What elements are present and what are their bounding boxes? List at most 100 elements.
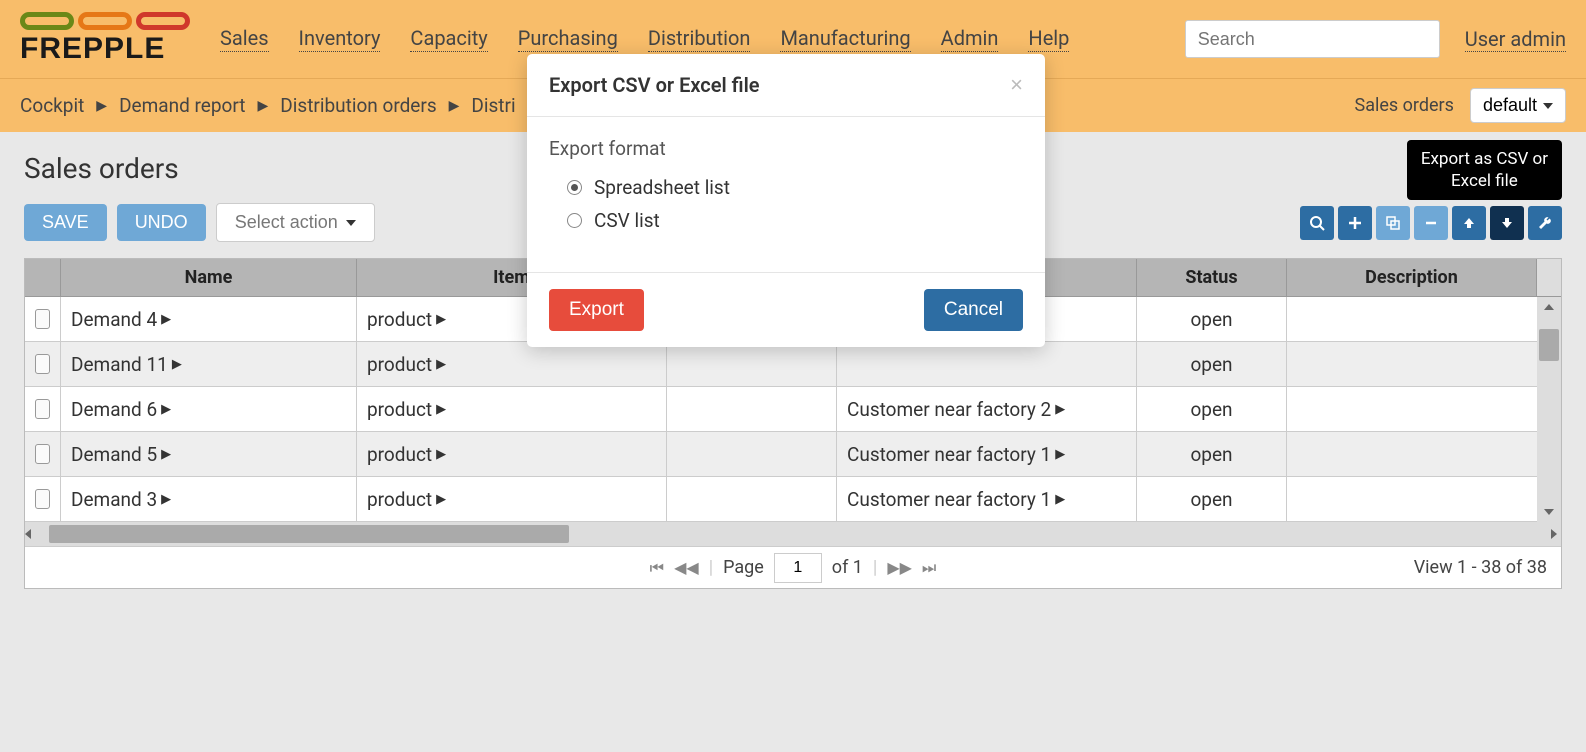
vertical-scrollbar[interactable] bbox=[1537, 297, 1561, 522]
close-icon: × bbox=[1010, 72, 1023, 97]
pager-page-label: Page bbox=[723, 557, 764, 578]
row-checkbox[interactable] bbox=[35, 309, 50, 329]
settings-button[interactable] bbox=[1528, 206, 1562, 240]
caret-right-icon[interactable]: ▶ bbox=[436, 312, 446, 327]
caret-right-icon[interactable]: ▶ bbox=[436, 447, 446, 462]
pager-prev-icon[interactable]: ◀◀ bbox=[674, 558, 699, 577]
undo-button[interactable]: UNDO bbox=[117, 204, 206, 241]
pager-page-input[interactable] bbox=[774, 553, 822, 583]
cell-status: open bbox=[1137, 387, 1287, 431]
caret-right-icon[interactable]: ▶ bbox=[161, 312, 171, 327]
scroll-left-icon[interactable] bbox=[25, 529, 45, 539]
minus-icon bbox=[1424, 216, 1438, 230]
nav-manufacturing[interactable]: Manufacturing bbox=[780, 26, 910, 52]
search-icon-button[interactable] bbox=[1300, 206, 1334, 240]
cell-name: Demand 6 bbox=[71, 398, 157, 421]
pager-next-icon[interactable]: ▶▶ bbox=[887, 558, 912, 577]
user-menu[interactable]: User admin bbox=[1465, 27, 1566, 52]
plus-icon bbox=[1348, 216, 1362, 230]
arrow-up-icon bbox=[1462, 216, 1476, 230]
export-tooltip: Export as CSV or Excel file bbox=[1407, 140, 1562, 200]
cancel-button[interactable]: Cancel bbox=[924, 289, 1023, 331]
breadcrumb-cockpit[interactable]: Cockpit bbox=[20, 94, 84, 117]
header-status[interactable]: Status bbox=[1137, 259, 1287, 296]
modal-title: Export CSV or Excel file bbox=[549, 73, 760, 97]
table-row[interactable]: Demand 11▶ product▶ open bbox=[25, 342, 1561, 387]
row-checkbox[interactable] bbox=[35, 399, 50, 419]
scroll-thumb[interactable] bbox=[49, 525, 569, 543]
cell-name: Demand 5 bbox=[71, 443, 157, 466]
scroll-up-icon[interactable] bbox=[1541, 299, 1557, 315]
header-description[interactable]: Description bbox=[1287, 259, 1537, 296]
cell-item: product bbox=[367, 488, 432, 511]
copy-button[interactable] bbox=[1376, 206, 1410, 240]
table-row[interactable]: Demand 6▶ product▶ Customer near factory… bbox=[25, 387, 1561, 432]
cell-name: Demand 11 bbox=[71, 353, 168, 376]
export-confirm-button[interactable]: Export bbox=[549, 289, 644, 331]
radio-icon bbox=[567, 180, 582, 195]
export-button[interactable] bbox=[1490, 206, 1524, 240]
scroll-down-icon[interactable] bbox=[1541, 504, 1557, 520]
caret-right-icon[interactable]: ▶ bbox=[436, 402, 446, 417]
cell-status: open bbox=[1137, 432, 1287, 476]
table-row[interactable]: Demand 5▶ product▶ Customer near factory… bbox=[25, 432, 1561, 477]
caret-right-icon[interactable]: ▶ bbox=[161, 492, 171, 507]
row-checkbox[interactable] bbox=[35, 444, 50, 464]
caret-right-icon[interactable]: ▶ bbox=[172, 357, 182, 372]
breadcrumb-sales-orders[interactable]: Sales orders bbox=[1355, 95, 1454, 116]
pager-view-info: View 1 - 38 of 38 bbox=[1414, 557, 1547, 578]
header-checkbox-col[interactable] bbox=[25, 259, 61, 296]
cell-status: open bbox=[1137, 297, 1287, 341]
cell-item: product bbox=[367, 308, 432, 331]
pager-last-icon[interactable]: ⏭ bbox=[922, 558, 936, 578]
caret-right-icon[interactable]: ▶ bbox=[1055, 447, 1065, 462]
caret-right-icon[interactable]: ▶ bbox=[161, 447, 171, 462]
export-format-label: Export format bbox=[549, 137, 1023, 160]
radio-label: Spreadsheet list bbox=[594, 176, 730, 199]
caret-right-icon[interactable]: ▶ bbox=[436, 492, 446, 507]
caret-right-icon[interactable]: ▶ bbox=[1055, 492, 1065, 507]
caret-right-icon[interactable]: ▶ bbox=[161, 402, 171, 417]
save-button[interactable]: SAVE bbox=[24, 204, 107, 241]
header-name[interactable]: Name bbox=[61, 259, 357, 296]
radio-csv[interactable]: CSV list bbox=[549, 209, 1023, 232]
delete-button[interactable] bbox=[1414, 206, 1448, 240]
scroll-right-icon[interactable] bbox=[1551, 529, 1557, 539]
row-checkbox[interactable] bbox=[35, 489, 50, 509]
scenario-label: default bbox=[1483, 95, 1537, 116]
caret-right-icon[interactable]: ▶ bbox=[436, 357, 446, 372]
nav-inventory[interactable]: Inventory bbox=[299, 26, 381, 52]
nav-sales[interactable]: Sales bbox=[220, 26, 269, 52]
select-action-label: Select action bbox=[235, 212, 338, 233]
breadcrumb-distri[interactable]: Distri bbox=[471, 94, 515, 117]
cell-customer: Customer near factory 2 bbox=[847, 398, 1051, 421]
scenario-select[interactable]: default bbox=[1470, 88, 1566, 123]
arrow-down-icon bbox=[1500, 216, 1514, 230]
nav-admin[interactable]: Admin bbox=[941, 26, 999, 52]
breadcrumb-demand-report[interactable]: Demand report bbox=[119, 94, 245, 117]
modal-close-button[interactable]: × bbox=[1010, 72, 1023, 98]
add-button[interactable] bbox=[1338, 206, 1372, 240]
nav-capacity[interactable]: Capacity bbox=[410, 26, 487, 52]
scroll-thumb[interactable] bbox=[1539, 329, 1559, 361]
cell-customer: Customer near factory 1 bbox=[847, 443, 1051, 466]
app-logo[interactable]: FREPPLE bbox=[20, 12, 190, 66]
breadcrumb-distribution-orders[interactable]: Distribution orders bbox=[280, 94, 436, 117]
horizontal-scrollbar[interactable] bbox=[25, 522, 1561, 546]
radio-spreadsheet[interactable]: Spreadsheet list bbox=[549, 176, 1023, 199]
nav-purchasing[interactable]: Purchasing bbox=[518, 26, 618, 52]
caret-right-icon[interactable]: ▶ bbox=[1055, 402, 1065, 417]
import-button[interactable] bbox=[1452, 206, 1486, 240]
pager-of-label: of 1 bbox=[832, 557, 863, 578]
radio-label: CSV list bbox=[594, 209, 660, 232]
table-row[interactable]: Demand 3▶ product▶ Customer near factory… bbox=[25, 477, 1561, 522]
chevron-right-icon: ▶ bbox=[449, 98, 460, 114]
pager-first-icon[interactable]: ⏮ bbox=[650, 558, 664, 578]
search-input[interactable] bbox=[1185, 20, 1440, 58]
nav-help[interactable]: Help bbox=[1028, 26, 1069, 52]
select-action-dropdown[interactable]: Select action bbox=[216, 203, 375, 242]
cell-name: Demand 4 bbox=[71, 308, 157, 331]
nav-distribution[interactable]: Distribution bbox=[648, 26, 751, 52]
row-checkbox[interactable] bbox=[35, 354, 50, 374]
export-modal: Export CSV or Excel file × Export format… bbox=[527, 54, 1045, 347]
